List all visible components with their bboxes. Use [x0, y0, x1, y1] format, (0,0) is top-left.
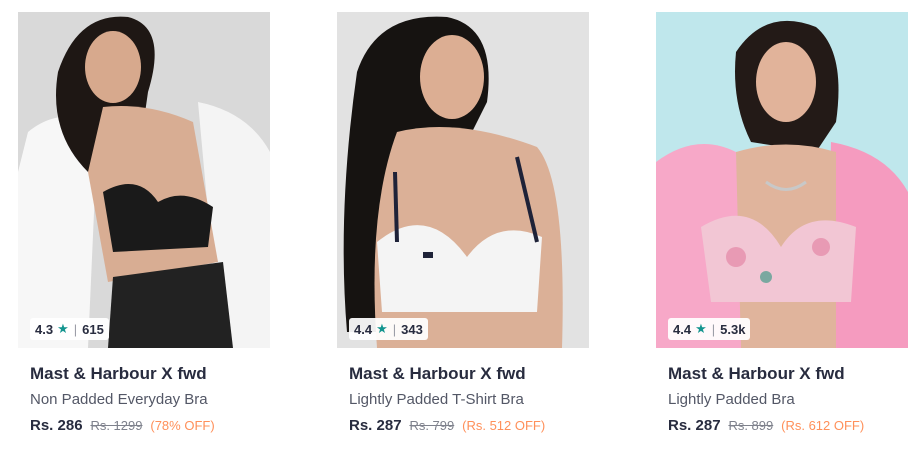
- product-info: Mast & Harbour X fwd Lightly Padded Bra …: [656, 364, 908, 434]
- rating-separator: |: [392, 321, 397, 337]
- product-discount: (Rs. 512 OFF): [462, 418, 546, 433]
- product-price: Rs. 287: [668, 417, 721, 434]
- product-mrp: Rs. 899: [728, 418, 774, 433]
- rating-value: 4.4: [673, 321, 692, 337]
- star-icon: ★: [57, 321, 69, 336]
- rating-badge: 4.4 ★ | 343: [349, 318, 428, 340]
- product-name: Lightly Padded T-Shirt Bra: [349, 391, 524, 408]
- rating-value: 4.4: [354, 321, 373, 337]
- product-image[interactable]: 4.4 ★ | 343: [337, 12, 589, 348]
- rating-separator: |: [73, 321, 78, 337]
- rating-badge: 4.4 ★ | 5.3k: [668, 318, 751, 340]
- model-photo: [656, 12, 908, 348]
- rating-value: 4.3: [35, 321, 54, 337]
- product-card[interactable]: 4.4 ★ | 343 Mast & Harbour X fwd Lightly…: [337, 12, 589, 452]
- product-discount: (Rs. 612 OFF): [781, 418, 865, 433]
- product-image[interactable]: 4.3 ★ | 615: [18, 12, 270, 348]
- rating-badge: 4.3 ★ | 615: [30, 318, 109, 340]
- star-icon: ★: [376, 321, 388, 336]
- model-photo: [18, 12, 270, 348]
- price-row: Rs. 287 Rs. 899 (Rs. 612 OFF): [668, 417, 896, 434]
- rating-count: 615: [82, 321, 104, 337]
- product-name: Non Padded Everyday Bra: [30, 391, 208, 408]
- star-icon: ★: [695, 321, 707, 336]
- product-brand: Mast & Harbour X fwd: [349, 364, 526, 383]
- rating-separator: |: [711, 321, 716, 337]
- product-mrp: Rs. 799: [409, 418, 455, 433]
- product-price: Rs. 286: [30, 417, 83, 434]
- product-name: Lightly Padded Bra: [668, 391, 795, 408]
- product-discount: (78% OFF): [150, 418, 215, 433]
- product-info: Mast & Harbour X fwd Non Padded Everyday…: [18, 364, 270, 434]
- price-row: Rs. 287 Rs. 799 (Rs. 512 OFF): [349, 417, 577, 434]
- product-image[interactable]: 4.4 ★ | 5.3k: [656, 12, 908, 348]
- product-brand: Mast & Harbour X fwd: [30, 364, 207, 383]
- product-brand: Mast & Harbour X fwd: [668, 364, 845, 383]
- product-card[interactable]: 4.4 ★ | 5.3k Mast & Harbour X fwd Lightl…: [656, 12, 908, 452]
- product-info: Mast & Harbour X fwd Lightly Padded T-Sh…: [337, 364, 589, 434]
- product-price: Rs. 287: [349, 417, 402, 434]
- product-grid: 4.3 ★ | 615 Mast & Harbour X fwd Non Pad…: [0, 0, 914, 462]
- price-row: Rs. 286 Rs. 1299 (78% OFF): [30, 417, 258, 434]
- product-card[interactable]: 4.3 ★ | 615 Mast & Harbour X fwd Non Pad…: [18, 12, 270, 452]
- rating-count: 5.3k: [720, 321, 746, 337]
- product-mrp: Rs. 1299: [90, 418, 143, 433]
- rating-count: 343: [401, 321, 423, 337]
- model-photo: [337, 12, 589, 348]
